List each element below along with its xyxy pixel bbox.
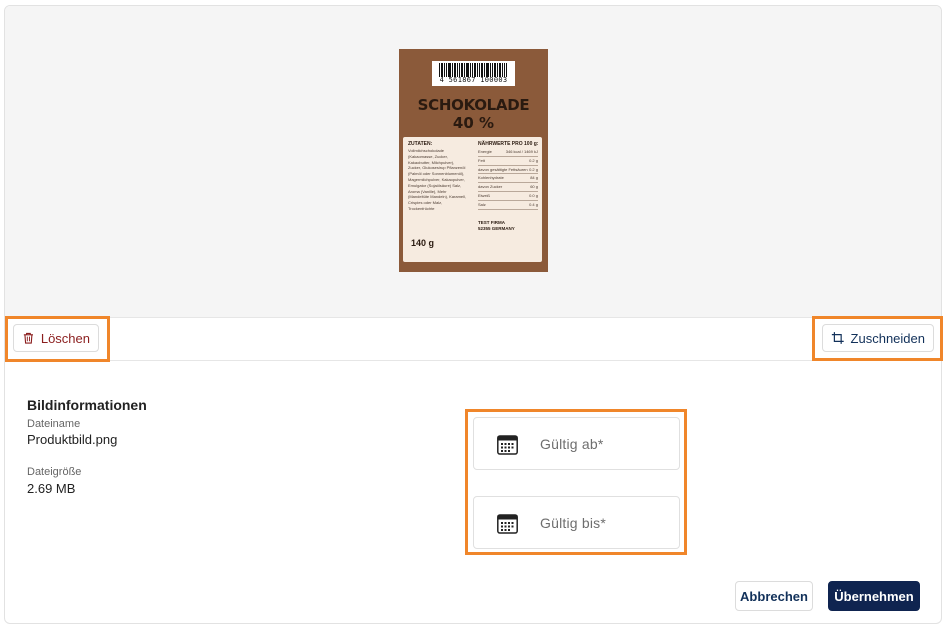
valid-from-placeholder: Gültig ab* (540, 436, 604, 452)
product-weight: 140 g (411, 238, 435, 248)
nutrition-row: davon Zucker 60 g (478, 184, 538, 192)
crop-icon (831, 332, 844, 344)
calendar-icon (497, 435, 518, 455)
trash-icon (23, 332, 34, 344)
nutrition-row: Kohlenhydrate 84 g (478, 175, 538, 184)
calendar-icon (497, 514, 518, 534)
ingredients-text: Vollmilchschokolade (Kakaomasse, Zucker,… (408, 148, 467, 211)
label-info-panel: ZUTATEN: Vollmilchschokolade (Kakaomasse… (403, 137, 542, 262)
nutrition-row: Fett 0.2 g (478, 158, 538, 166)
image-preview-area: 4 561867 100003 SCHOKOLADE 40 % ZUTATEN:… (5, 6, 941, 317)
barcode-number: 4 561867 100003 (439, 76, 508, 84)
company-info: TEST FIRMA 52355 GERMANY (478, 220, 515, 232)
delete-button-label: Löschen (40, 330, 90, 346)
crop-button-label: Zuschneiden (850, 330, 925, 346)
barcode-bars (439, 63, 508, 77)
nutrition-row: davon gesättigte Fettsäuren 0.2 g (478, 167, 538, 175)
company-address: 52355 GERMANY (478, 226, 515, 231)
apply-button[interactable]: Übernehmen (828, 581, 920, 611)
image-info-title: Bildinformationen (27, 397, 147, 413)
product-name: SCHOKOLADE (417, 96, 530, 114)
nutrition-table: Energie 346 kcal / 1469 kJ Fett 0.2 g davo… (478, 149, 538, 211)
image-toolbar (5, 317, 941, 361)
nutrition-row: Energie 346 kcal / 1469 kJ (478, 149, 538, 157)
filename-value: Produktbild.png (27, 432, 118, 447)
ingredients-heading: ZUTATEN: (408, 141, 433, 147)
valid-to-placeholder: Gültig bis* (540, 515, 607, 531)
delete-button[interactable]: Löschen (13, 324, 99, 352)
cancel-button[interactable]: Abbrechen (735, 581, 813, 611)
nutrition-heading: NÄHRWERTE PRO 100 g: (478, 141, 539, 147)
crop-button[interactable]: Zuschneiden (822, 324, 934, 352)
valid-to-field[interactable]: Gültig bis* (473, 496, 680, 549)
nutrition-row: Salz 0.4 g (478, 202, 538, 210)
product-percent: 40 % (452, 114, 495, 132)
filesize-value: 2.69 MB (27, 481, 76, 496)
valid-from-field[interactable]: Gültig ab* (473, 417, 680, 470)
nutrition-row: Eiweiß 0.0 g (478, 193, 538, 201)
filename-label: Dateiname (27, 418, 81, 430)
product-image: 4 561867 100003 SCHOKOLADE 40 % ZUTATEN:… (399, 49, 548, 272)
barcode: 4 561867 100003 (432, 61, 515, 86)
filesize-label: Dateigröße (27, 466, 82, 478)
